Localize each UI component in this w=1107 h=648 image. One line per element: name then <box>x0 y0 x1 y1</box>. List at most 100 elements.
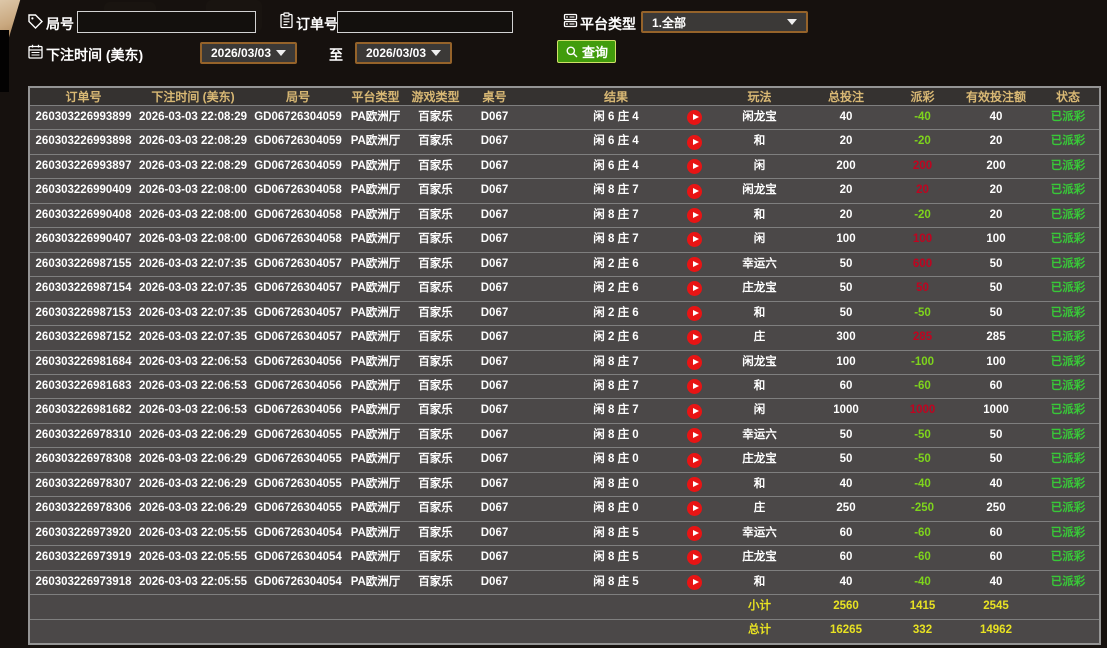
valid-bet-cell: 40 <box>955 577 1037 589</box>
replay-icon[interactable] <box>687 257 702 272</box>
table-row: 2603032269783102026-03-03 22:06:29GD0672… <box>30 423 1099 447</box>
date-from-select[interactable]: 2026/03/03 <box>200 42 297 64</box>
table-row: 2603032269816832026-03-03 22:06:53GD0672… <box>30 374 1099 398</box>
table-no-cell: D067 <box>467 185 522 197</box>
bet-time-cell: 2026-03-03 22:08:00 <box>137 234 249 246</box>
game-type-cell: 百家乐 <box>404 479 467 491</box>
replay-icon[interactable] <box>687 281 702 296</box>
replay-icon[interactable] <box>687 135 702 150</box>
play-type-cell: 闲 <box>717 405 802 417</box>
replay-icon[interactable] <box>687 575 702 590</box>
replay-icon[interactable] <box>687 379 702 394</box>
order-no-input[interactable] <box>337 11 513 33</box>
table-row: 2603032269871542026-03-03 22:07:35GD0672… <box>30 276 1099 300</box>
replay-icon[interactable] <box>687 208 702 223</box>
table-row: 2603032269783072026-03-03 22:06:29GD0672… <box>30 472 1099 496</box>
table-no-cell: D067 <box>467 234 522 246</box>
payout-cell: -60 <box>890 528 955 540</box>
status-cell: 已派彩 <box>1037 528 1099 540</box>
date-to-select[interactable]: 2026/03/03 <box>355 42 452 64</box>
replay-cell <box>672 575 717 590</box>
payout-cell: 200 <box>890 161 955 173</box>
round-id-cell: GD06726304056 <box>249 357 347 369</box>
summary-row: 总计1626533214962 <box>30 619 1099 643</box>
game-type-cell: 百家乐 <box>404 503 467 515</box>
replay-cell <box>672 330 717 345</box>
valid-bet-cell: 50 <box>955 283 1037 295</box>
payout-cell: 100 <box>890 234 955 246</box>
total-bet-cell: 200 <box>802 161 890 173</box>
round-id-cell: GD06726304057 <box>249 259 347 271</box>
table-no-cell: D067 <box>467 405 522 417</box>
replay-icon[interactable] <box>687 232 702 247</box>
valid-bet-cell: 250 <box>955 503 1037 515</box>
tag-icon <box>27 13 44 30</box>
bet-time-cell: 2026-03-03 22:05:55 <box>137 552 249 564</box>
bet-time-cell: 2026-03-03 22:08:29 <box>137 136 249 148</box>
search-button[interactable]: 查询 <box>557 40 616 63</box>
platform-cell: PA欧洲厅 <box>347 332 404 344</box>
order-id-cell: 260303226987154 <box>30 283 137 295</box>
round-id-cell: GD06726304056 <box>249 381 347 393</box>
total-bet-cell: 100 <box>802 234 890 246</box>
calendar-icon <box>27 43 44 60</box>
replay-icon[interactable] <box>687 110 702 125</box>
bet-time-cell: 2026-03-03 22:05:55 <box>137 577 249 589</box>
replay-icon[interactable] <box>687 355 702 370</box>
platform-cell: PA欧洲厅 <box>347 112 404 124</box>
order-id-cell: 260303226990407 <box>30 234 137 246</box>
platform-cell: PA欧洲厅 <box>347 430 404 442</box>
order-id-cell: 260303226981683 <box>30 381 137 393</box>
game-type-cell: 百家乐 <box>404 528 467 540</box>
table-no-cell: D067 <box>467 112 522 124</box>
platform-type-select[interactable]: 1.全部 <box>641 11 808 33</box>
valid-bet-cell: 20 <box>955 136 1037 148</box>
table-header-row: 订单号下注时间 (美东)局号平台类型游戏类型桌号结果玩法总投注派彩有效投注额状态 <box>30 88 1099 105</box>
valid-bet-cell: 60 <box>955 552 1037 564</box>
round-no-input[interactable] <box>77 11 256 33</box>
order-id-cell: 260303226973920 <box>30 528 137 540</box>
table-no-cell: D067 <box>467 479 522 491</box>
result-cell: 闲 8 庄 0 <box>522 430 672 442</box>
play-type-cell: 和 <box>717 479 802 491</box>
replay-cell <box>672 550 717 565</box>
column-header: 订单号 <box>30 91 137 103</box>
replay-icon[interactable] <box>687 526 702 541</box>
replay-icon[interactable] <box>687 159 702 174</box>
replay-icon[interactable] <box>687 184 702 199</box>
search-button-label: 查询 <box>582 42 608 61</box>
platform-type-value: 1.全部 <box>652 14 686 31</box>
status-cell: 已派彩 <box>1037 308 1099 320</box>
play-type-cell: 闲 <box>717 161 802 173</box>
table-row: 2603032269938982026-03-03 22:08:29GD0672… <box>30 129 1099 153</box>
result-cell: 闲 2 庄 6 <box>522 308 672 320</box>
total-bet-cell: 40 <box>802 577 890 589</box>
valid-bet-cell: 40 <box>955 479 1037 491</box>
status-cell: 已派彩 <box>1037 503 1099 515</box>
date-to-value: 2026/03/03 <box>366 46 426 60</box>
game-type-cell: 百家乐 <box>404 357 467 369</box>
platform-cell: PA欧洲厅 <box>347 283 404 295</box>
play-type-cell: 闲龙宝 <box>717 185 802 197</box>
replay-cell <box>672 379 717 394</box>
replay-icon[interactable] <box>687 428 702 443</box>
order-id-cell: 260303226981684 <box>30 357 137 369</box>
replay-icon[interactable] <box>687 501 702 516</box>
replay-cell <box>672 404 717 419</box>
total-bet-cell: 20 <box>802 185 890 197</box>
column-header: 结果 <box>522 91 672 103</box>
replay-icon[interactable] <box>687 453 702 468</box>
total-bet-cell: 50 <box>802 308 890 320</box>
status-cell: 已派彩 <box>1037 577 1099 589</box>
status-cell: 已派彩 <box>1037 161 1099 173</box>
platform-cell: PA欧洲厅 <box>347 136 404 148</box>
valid-bet-cell: 20 <box>955 210 1037 222</box>
table-no-cell: D067 <box>467 161 522 173</box>
replay-icon[interactable] <box>687 404 702 419</box>
platform-cell: PA欧洲厅 <box>347 454 404 466</box>
game-type-cell: 百家乐 <box>404 185 467 197</box>
replay-icon[interactable] <box>687 306 702 321</box>
replay-icon[interactable] <box>687 330 702 345</box>
replay-icon[interactable] <box>687 550 702 565</box>
replay-icon[interactable] <box>687 477 702 492</box>
